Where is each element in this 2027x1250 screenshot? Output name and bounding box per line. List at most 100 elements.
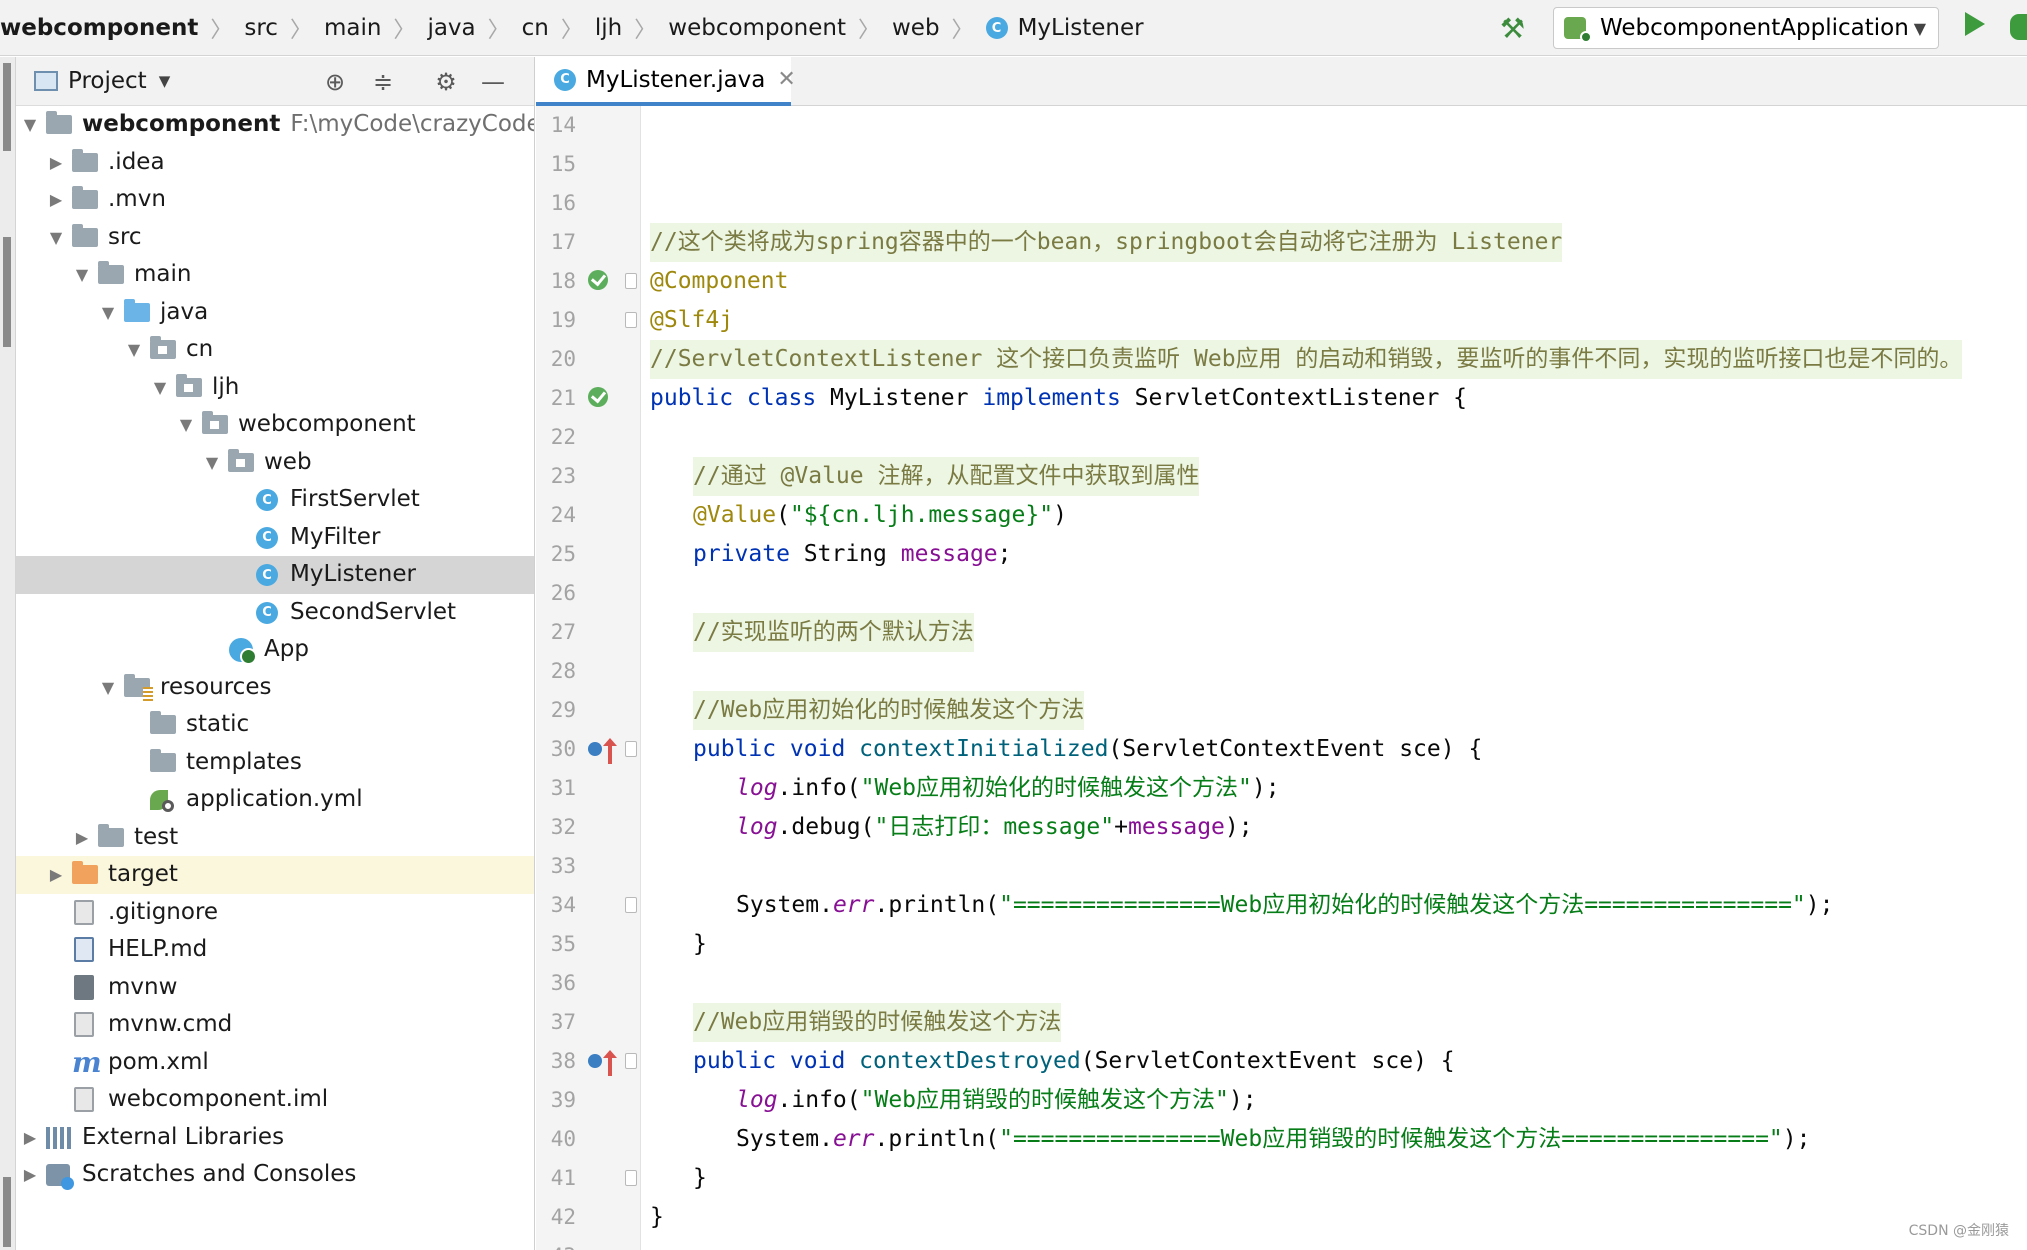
- override-arrow-icon: [603, 1050, 617, 1076]
- text-file-icon: [74, 1012, 94, 1037]
- fold-marker-icon[interactable]: [625, 897, 637, 913]
- tree-item-static[interactable]: static: [16, 706, 534, 744]
- implements-method-icon[interactable]: [588, 1054, 602, 1068]
- collapsed-arrow-icon[interactable]: ▶: [46, 856, 66, 894]
- tree-item-label: webcomponent.iml: [108, 1086, 329, 1112]
- expand-arrow-icon[interactable]: ▼: [72, 256, 92, 294]
- code-text: (: [776, 502, 790, 528]
- tree-item-mvn[interactable]: ▶ .mvn: [16, 181, 534, 219]
- expand-arrow-icon[interactable]: ▼: [124, 331, 144, 369]
- tree-item-webcomponent-iml[interactable]: webcomponent.iml: [16, 1081, 534, 1119]
- tree-item-mvnw-cmd[interactable]: mvnw.cmd: [16, 1006, 534, 1044]
- tree-item-secondservlet[interactable]: C SecondServlet: [16, 594, 534, 632]
- folder-icon: [72, 186, 98, 209]
- expand-arrow-icon[interactable]: ▼: [176, 406, 196, 444]
- breadcrumb-item-java[interactable]: java: [427, 15, 475, 41]
- spring-bean-icon[interactable]: [588, 387, 608, 407]
- collapsed-arrow-icon[interactable]: ▶: [46, 144, 66, 182]
- folder-icon: [98, 823, 124, 847]
- fold-marker-icon[interactable]: [625, 273, 637, 289]
- code-text: .println(: [874, 1126, 1000, 1152]
- expand-arrow-icon[interactable]: ▼: [46, 219, 66, 257]
- breadcrumb-item-ljh[interactable]: ljh: [595, 15, 622, 41]
- tree-item-label: Scratches and Consoles: [82, 1161, 357, 1187]
- tree-item-target[interactable]: ▶ target: [16, 856, 534, 894]
- fold-marker-icon[interactable]: [625, 312, 637, 328]
- locate-file-icon[interactable]: ⊕: [320, 67, 350, 97]
- breadcrumb-item-cn[interactable]: cn: [522, 15, 549, 41]
- collapse-all-icon[interactable]: ≑: [368, 67, 398, 97]
- line-number: 19: [550, 308, 576, 332]
- tree-item-myfilter[interactable]: C MyFilter: [16, 519, 534, 557]
- expand-arrow-icon[interactable]: ▼: [98, 669, 118, 707]
- gear-icon[interactable]: ⚙: [431, 67, 461, 97]
- build-hammer-icon[interactable]: ⚒: [1500, 12, 1525, 45]
- collapsed-arrow-icon[interactable]: ▶: [20, 1156, 40, 1194]
- tree-item-cn[interactable]: ▼ cn: [16, 331, 534, 369]
- tree-item-webcomponent-module[interactable]: ▼ webcomponent F:\myCode\crazyCode\Sp: [16, 106, 534, 144]
- collapsed-arrow-icon[interactable]: ▶: [20, 1119, 40, 1157]
- tree-item-app[interactable]: App: [16, 631, 534, 669]
- collapsed-arrow-icon[interactable]: ▶: [46, 181, 66, 219]
- code-static-field: err: [832, 1126, 875, 1152]
- close-icon[interactable]: ✕: [777, 67, 795, 92]
- tree-item-src[interactable]: ▼ src: [16, 219, 534, 257]
- breadcrumb-item-webcomponent-package[interactable]: webcomponent: [668, 15, 846, 41]
- tree-item-idea[interactable]: ▶ .idea: [16, 144, 534, 182]
- breadcrumb-item-web[interactable]: web: [892, 15, 940, 41]
- fold-marker-icon[interactable]: [625, 1053, 637, 1069]
- breadcrumb-item-mylistener[interactable]: C MyListener: [985, 15, 1144, 41]
- tree-item-pom-xml[interactable]: m pom.xml: [16, 1044, 534, 1082]
- line-number: 43: [536, 1237, 576, 1250]
- breadcrumb-item-webcomponent[interactable]: webcomponent: [0, 15, 198, 41]
- run-configuration-dropdown[interactable]: WebcomponentApplication ▼: [1553, 7, 1939, 49]
- spring-bean-icon[interactable]: [588, 270, 608, 290]
- line-number: 41: [550, 1166, 576, 1190]
- fold-marker-icon[interactable]: [625, 741, 637, 757]
- tree-item-external-libraries[interactable]: ▶ External Libraries: [16, 1119, 534, 1157]
- project-tool-window-tab[interactable]: [3, 63, 11, 151]
- code-text-area[interactable]: //这个类将成为spring容器中的一个bean，springboot会自动将它…: [642, 106, 2027, 1250]
- tree-item-resources[interactable]: ▼ resources: [16, 669, 534, 707]
- code-comment: //ServletContextListener 这个接口负责监听 Web应用 …: [650, 346, 1963, 372]
- maven-icon: m: [72, 1045, 102, 1079]
- tree-item-web[interactable]: ▼ web: [16, 444, 534, 482]
- tree-item-label: MyListener: [290, 561, 416, 587]
- chevron-down-icon[interactable]: ▼: [159, 72, 171, 90]
- scratches-icon: [46, 1164, 74, 1190]
- debug-icon[interactable]: [2010, 14, 2027, 40]
- tree-item-scratches[interactable]: ▶ Scratches and Consoles: [16, 1156, 534, 1194]
- expand-arrow-icon[interactable]: ▼: [150, 369, 170, 407]
- tree-item-application-yml[interactable]: application.yml: [16, 781, 534, 819]
- tree-item-test[interactable]: ▶ test: [16, 819, 534, 857]
- tree-item-label: resources: [160, 673, 272, 700]
- structure-tool-window-tab[interactable]: [3, 237, 11, 347]
- tree-item-mylistener[interactable]: C MyListener: [16, 556, 534, 594]
- fold-marker-icon[interactable]: [625, 1170, 637, 1186]
- tree-item-label: App: [264, 636, 309, 662]
- tree-item-main[interactable]: ▼ main: [16, 256, 534, 294]
- hide-panel-icon[interactable]: —: [478, 67, 508, 97]
- collapsed-arrow-icon[interactable]: ▶: [72, 819, 92, 857]
- tree-item-webcomponent-package[interactable]: ▼ webcomponent: [16, 406, 534, 444]
- code-line-32: log.debug("日志打印：message"+message);: [736, 808, 1253, 847]
- tab-mylistener-java[interactable]: C MyListener.java ✕: [536, 57, 796, 106]
- tree-item-mvnw[interactable]: mvnw: [16, 969, 534, 1007]
- tree-item-firstservlet[interactable]: C FirstServlet: [16, 481, 534, 519]
- expand-arrow-icon[interactable]: ▼: [202, 444, 222, 482]
- tree-item-help-md[interactable]: HELP.md: [16, 931, 534, 969]
- run-icon[interactable]: [1965, 12, 1985, 36]
- code-field: message: [1127, 814, 1225, 840]
- project-view-selector[interactable]: Project: [68, 68, 147, 94]
- implements-method-icon[interactable]: [588, 742, 602, 756]
- expand-arrow-icon[interactable]: ▼: [20, 106, 40, 144]
- tree-item-java[interactable]: ▼ java: [16, 294, 534, 332]
- expand-arrow-icon[interactable]: ▼: [98, 294, 118, 332]
- file-icon: [74, 899, 94, 925]
- favorites-tool-window-tab[interactable]: [3, 1177, 11, 1247]
- tree-item-templates[interactable]: templates: [16, 744, 534, 782]
- tree-item-gitignore[interactable]: .gitignore: [16, 894, 534, 932]
- tree-item-ljh[interactable]: ▼ ljh: [16, 369, 534, 407]
- breadcrumb-item-main[interactable]: main: [324, 15, 381, 41]
- breadcrumb-item-src[interactable]: src: [244, 15, 278, 41]
